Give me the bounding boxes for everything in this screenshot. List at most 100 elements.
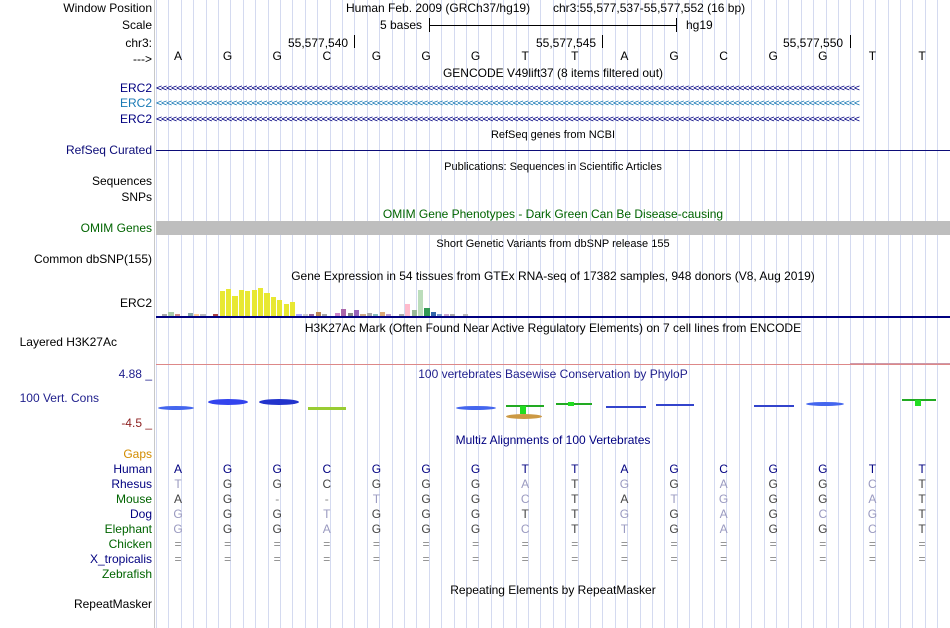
gtex-tissue-bar[interactable] (232, 296, 238, 316)
omim-genes-label[interactable]: OMIM Genes (81, 221, 152, 235)
gtex-tissue-bar[interactable] (245, 291, 251, 316)
aligned-base: G (470, 477, 481, 491)
aligned-base: A (868, 492, 877, 506)
aligned-base: G (222, 522, 233, 536)
reference-base: A (173, 49, 182, 63)
reference-base: G (272, 49, 282, 63)
coordinate-tick-3 (850, 35, 851, 48)
reference-base: C (719, 49, 728, 63)
gene-label-erc2-2[interactable]: ERC2 (120, 96, 152, 110)
phylop-mark-2 (208, 399, 248, 405)
aligned-base: C (868, 477, 877, 491)
species-label[interactable]: Elephant (105, 522, 152, 536)
gtex-tissue-bar[interactable] (270, 297, 276, 316)
aligned-base: T (571, 462, 579, 476)
gtex-tissue-bar[interactable] (290, 301, 296, 316)
aligned-base: G (272, 477, 282, 491)
gtex-tissue-bar[interactable] (251, 290, 257, 316)
species-label[interactable]: X_tropicalis (90, 552, 152, 566)
gtex-tissue-bar[interactable] (277, 300, 283, 316)
species-label[interactable]: Human (113, 462, 152, 476)
aligned-base: G (470, 462, 481, 476)
aligned-base: = (273, 552, 281, 566)
layered-h3k27ac-label[interactable]: Layered H3K27Ac (20, 335, 117, 349)
aligned-base: A (173, 462, 182, 476)
snps-label[interactable]: SNPs (121, 190, 152, 204)
aligned-base: G (272, 507, 282, 521)
aligned-base: G (173, 507, 183, 521)
aligned-base: T (918, 462, 926, 476)
erc2-transcript-3[interactable]: <<<<<<<<<<<<<<<<<<<<<<<<<<<<<<<<<<<<<<<<… (156, 113, 950, 127)
aligned-base: A (521, 477, 530, 491)
aligned-base: = (521, 537, 529, 551)
gtex-gene-label[interactable]: ERC2 (120, 296, 152, 310)
gtex-tissue-bar[interactable] (226, 288, 232, 316)
gtex-tissue-bar[interactable] (418, 289, 424, 316)
aligned-base: G (619, 507, 630, 521)
scale-bar-label: 5 bases (380, 18, 423, 32)
omim-gene-bar[interactable] (156, 221, 950, 235)
species-label[interactable]: Rhesus (111, 477, 152, 491)
phylop-mark-1 (158, 406, 194, 410)
aligned-base: = (670, 552, 678, 566)
aligned-base: = (571, 552, 579, 566)
coordinate-label-3: 55,577,550 (783, 36, 844, 50)
aligned-base: T (323, 507, 331, 521)
species-label[interactable]: Dog (130, 507, 152, 521)
aligned-base: C (818, 507, 828, 521)
h3k27ac-signal-peak (850, 363, 950, 364)
species-label[interactable]: Zebrafish (102, 567, 152, 581)
repeatmasker-label[interactable]: RepeatMasker (74, 597, 152, 611)
gtex-tissue-bar[interactable] (264, 292, 270, 316)
aligned-base: G (818, 492, 828, 506)
h3k27ac-track-title: H3K27Ac Mark (Often Found Near Active Re… (304, 321, 802, 335)
sequences-label[interactable]: Sequences (92, 174, 152, 188)
label-divider[interactable] (154, 0, 155, 628)
phylop-track-title: 100 vertebrates Basewise Conservation by… (418, 367, 688, 381)
erc2-transcript-1[interactable]: <<<<<<<<<<<<<<<<<<<<<<<<<<<<<<<<<<<<<<<<… (156, 82, 950, 96)
aligned-base: G (718, 492, 729, 506)
vert-cons-label[interactable]: 100 Vert. Cons (20, 391, 99, 405)
gtex-tissue-bar[interactable] (238, 289, 244, 316)
aligned-base: G (272, 522, 282, 536)
aligned-base: A (322, 522, 331, 536)
refseq-gene-line[interactable] (156, 150, 950, 151)
species-label[interactable]: Chicken (109, 537, 152, 551)
gtex-tissue-bar[interactable] (341, 308, 347, 316)
refseq-curated-label[interactable]: RefSeq Curated (66, 143, 152, 157)
gtex-tissue-bar[interactable] (283, 303, 289, 316)
aligned-base: = (472, 552, 480, 566)
gtex-tissue-bar[interactable] (219, 291, 225, 316)
aligned-base: A (719, 522, 728, 536)
gtex-tissue-bar[interactable] (405, 303, 411, 316)
reference-base: T (571, 49, 579, 63)
gene-label-erc2-1[interactable]: ERC2 (120, 81, 152, 95)
aligned-base: = (422, 537, 430, 551)
gtex-tissue-bar[interactable] (258, 287, 264, 316)
aligned-base: G (421, 522, 431, 536)
aligned-base: = (521, 552, 529, 566)
gtex-expression-chart[interactable] (156, 283, 950, 316)
aligned-base: = (372, 552, 380, 566)
phylop-conservation-plot[interactable] (156, 383, 950, 427)
reference-base: T (521, 49, 529, 63)
omim-track-title: OMIM Gene Phenotypes - Dark Green Can Be… (382, 207, 724, 221)
aligned-base: = (819, 537, 827, 551)
aligned-base: T (372, 492, 381, 506)
h3k27ac-signal-line (156, 364, 950, 365)
phylop-mark-10 (568, 402, 574, 406)
genome-browser-track-area[interactable]: Human Feb. 2009 (GRCh37/hg19) chr3:55,57… (156, 0, 950, 628)
species-label[interactable]: Mouse (116, 492, 152, 506)
gene-label-erc2-3[interactable]: ERC2 (120, 112, 152, 126)
gtex-tissue-bar[interactable] (424, 308, 430, 316)
aligned-base: T (918, 477, 926, 491)
erc2-transcript-2[interactable]: <<<<<<<<<<<<<<<<<<<<<<<<<<<<<<<<<<<<<<<<… (156, 97, 950, 111)
aligned-base: G (669, 507, 679, 521)
reference-base: G (669, 49, 679, 63)
aligned-base: T (571, 507, 579, 521)
publications-track-title: Publications: Sequences in Scientific Ar… (444, 161, 662, 173)
common-dbsnp-label[interactable]: Common dbSNP(155) (34, 252, 152, 266)
aligned-base: T (620, 522, 629, 536)
gtex-track-title: Gene Expression in 54 tissues from GTEx … (291, 269, 815, 283)
aligned-base: C (322, 462, 332, 476)
